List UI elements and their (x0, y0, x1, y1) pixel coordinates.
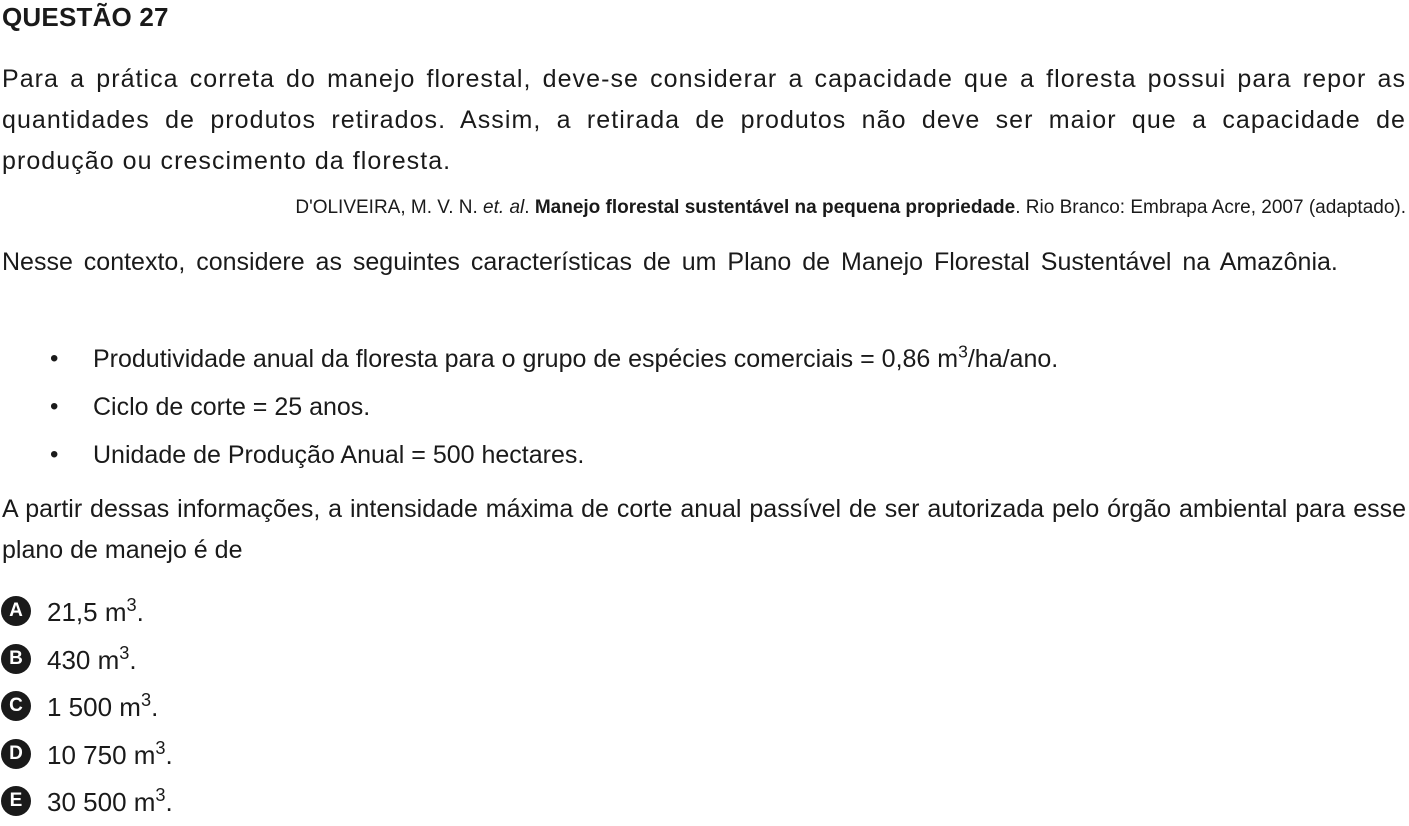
citation-authors: D'OLIVEIRA, M. V. N. (295, 197, 484, 218)
option-letter-badge[interactable]: A (1, 596, 31, 626)
citation-work-title: Manejo florestal sustentável na pequena … (534, 197, 1016, 218)
bullet-suffix: /ha/ano. (967, 345, 1059, 373)
option-suffix: . (165, 787, 173, 817)
option-letter-badge[interactable]: B (1, 643, 31, 674)
option-text[interactable]: 21,5 m3. (47, 592, 144, 632)
option-value: 10 750 m (47, 739, 156, 770)
intro-paragraph: Para a prática correta do manejo florest… (2, 65, 1406, 175)
option-letter-badge[interactable]: D (1, 738, 31, 769)
bullet-text: Unidade de Produção Anual = 500 hectares… (93, 441, 585, 469)
list-item: • Unidade de Produção Anual = 500 hectar… (0, 431, 1400, 479)
option-letter-badge[interactable]: C (1, 691, 31, 721)
context-paragraph: Nesse contexto, considere as seguintes c… (2, 248, 1338, 276)
option-value: 430 m (47, 644, 120, 675)
bullet-marker: • (50, 393, 59, 420)
option-suffix: . (129, 644, 137, 675)
list-item: • Ciclo de corte = 25 anos. (0, 383, 1400, 431)
bullet-superscript: 3 (958, 341, 968, 362)
option-value: 1 500 m (47, 692, 141, 722)
option-suffix: . (151, 692, 159, 722)
option-suffix: . (136, 597, 144, 627)
source-citation: D'OLIVEIRA, M. V. N. et. al. Manejo flor… (295, 197, 1406, 219)
question-page: QUESTÃO 27 Para a prática correta do man… (0, 0, 1409, 818)
option-suffix: . (165, 739, 173, 770)
bullet-text: Produtividade anual da floresta para o g… (93, 335, 1058, 383)
option-superscript: 3 (119, 642, 130, 663)
characteristics-list: • Produtividade anual da floresta para o… (0, 335, 1400, 479)
option-superscript: 3 (155, 785, 166, 805)
option-superscript: 3 (126, 595, 137, 615)
option-text[interactable]: 1 500 m3. (47, 687, 158, 727)
list-item: • Produtividade anual da floresta para o… (0, 335, 1400, 383)
option-text[interactable]: 10 750 m3. (47, 735, 173, 775)
option-text[interactable]: 30 500 m3. (47, 782, 173, 822)
citation-publisher: . Rio Branco: Embrapa Acre, 2007 (adapta… (1015, 197, 1406, 218)
bullet-main-text: Produtividade anual da floresta para o g… (93, 345, 959, 373)
bullet-marker: • (50, 441, 59, 468)
question-title: QUESTÃO 27 (2, 2, 169, 32)
option-text[interactable]: 430 m3. (47, 640, 137, 680)
citation-etal: et. al (483, 197, 525, 218)
option-letter-badge[interactable]: E (1, 786, 31, 816)
option-superscript: 3 (140, 690, 152, 710)
bullet-text: Ciclo de corte = 25 anos. (93, 393, 371, 421)
bullet-marker: • (50, 345, 59, 372)
option-value: 30 500 m (47, 787, 156, 817)
option-superscript: 3 (155, 737, 166, 758)
option-value: 21,5 m (47, 597, 127, 627)
question-paragraph: A partir dessas informações, a intensida… (2, 495, 1406, 564)
citation-separator: . (524, 197, 535, 218)
